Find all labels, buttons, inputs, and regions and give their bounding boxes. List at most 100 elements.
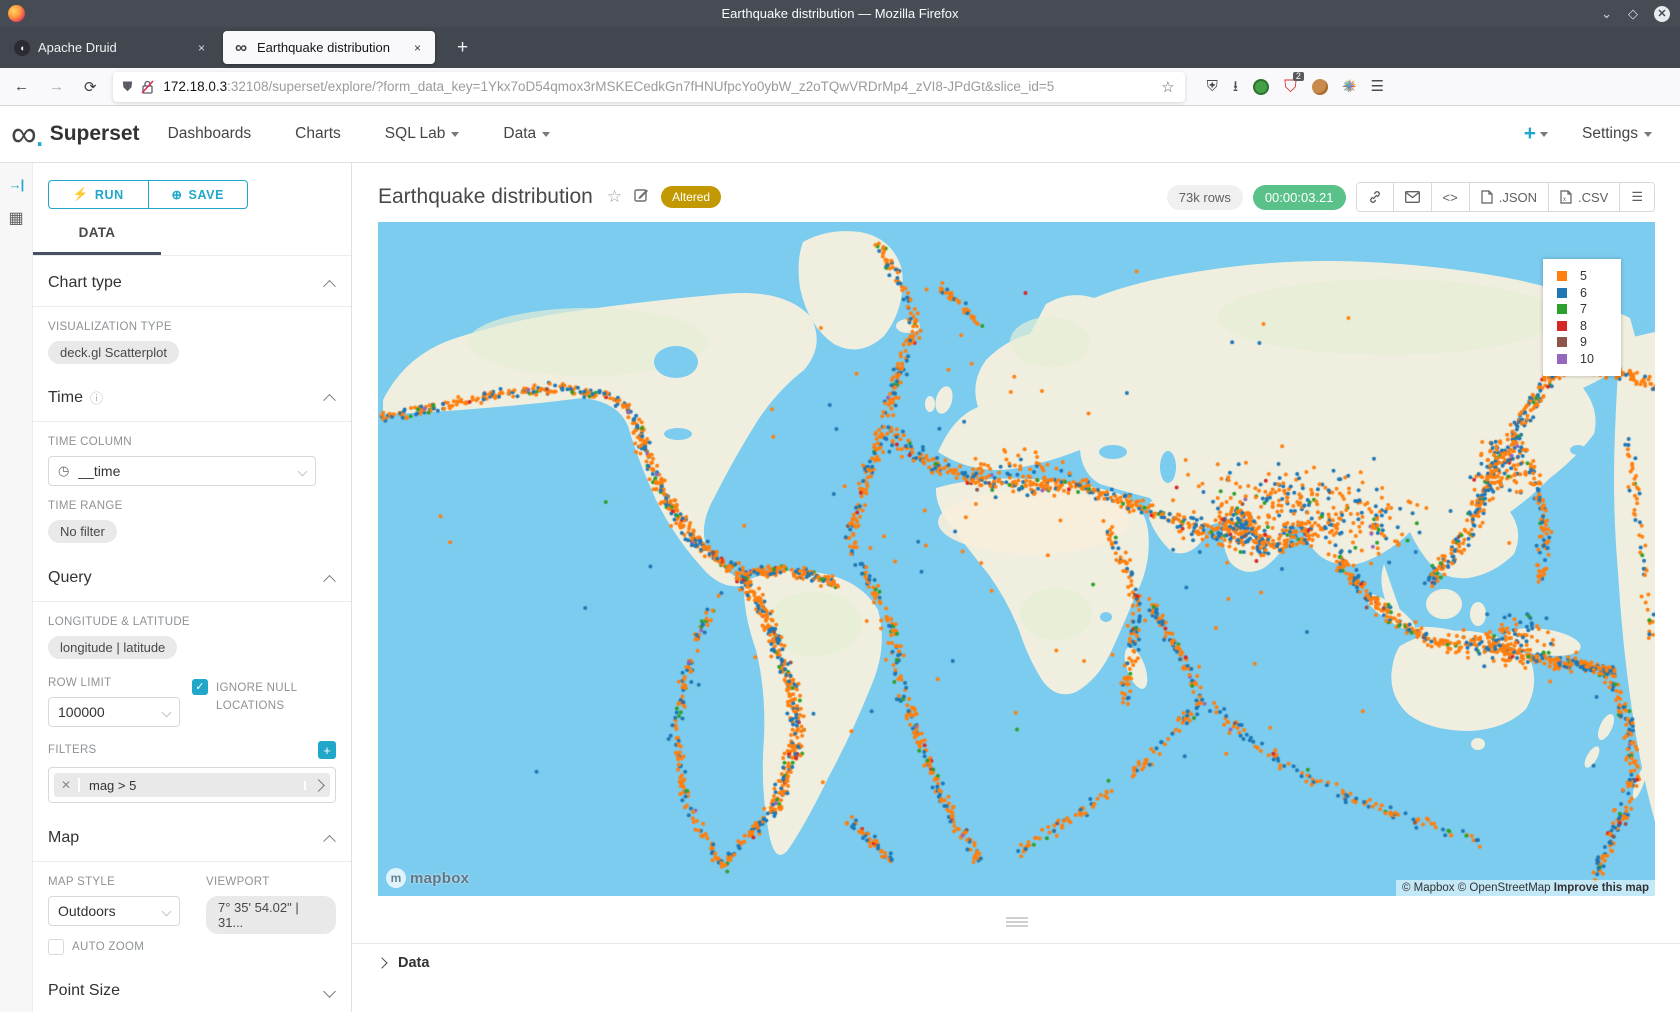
- window-minimize-icon[interactable]: ⌄: [1601, 7, 1612, 20]
- legend-label: 8: [1580, 319, 1587, 333]
- code-icon: <>: [1443, 190, 1458, 205]
- improve-map-link[interactable]: Improve this map: [1554, 882, 1649, 894]
- add-filter-button[interactable]: +: [318, 741, 336, 759]
- chevron-right-icon[interactable]: [304, 781, 330, 790]
- settings-menu[interactable]: Settings: [1582, 125, 1652, 143]
- earthquake-points-layer[interactable]: [378, 222, 1655, 896]
- time-range-value[interactable]: No filter: [48, 520, 117, 543]
- window-maximize-icon[interactable]: ◇: [1628, 7, 1638, 20]
- info-icon: ⓘ: [90, 388, 103, 407]
- tab-data[interactable]: DATA: [33, 225, 161, 255]
- insecure-lock-icon[interactable]: [141, 80, 154, 94]
- reload-button[interactable]: ⟳: [84, 78, 97, 96]
- ignore-null-checkbox[interactable]: ✓: [192, 679, 208, 695]
- back-button[interactable]: ←: [14, 78, 29, 95]
- pocket-shield-icon[interactable]: ⛨: [1207, 79, 1218, 94]
- more-options-button[interactable]: ☰: [1620, 183, 1654, 211]
- section-chart-type[interactable]: Chart type: [48, 256, 336, 306]
- export-csv-button[interactable]: x .CSV: [1549, 183, 1620, 211]
- edit-properties-icon[interactable]: [634, 187, 649, 207]
- chevron-down-icon: [162, 906, 172, 916]
- tab-close-icon[interactable]: ×: [194, 39, 209, 57]
- deckgl-scatter-map[interactable]: 5678 9 10 m mapbox © Mapbox © OpenStreetMa…: [378, 222, 1655, 896]
- menu-hamburger-icon[interactable]: ☰: [1370, 79, 1383, 94]
- chevron-up-icon: [323, 834, 336, 847]
- downloads-icon[interactable]: ⭳: [1233, 79, 1238, 94]
- container-extension-icon[interactable]: ✳: [1343, 79, 1356, 94]
- legend-item[interactable]: 6: [1557, 285, 1621, 302]
- chevron-down-icon: [451, 132, 459, 137]
- auto-zoom-checkbox[interactable]: [48, 939, 64, 955]
- tracking-shield-icon[interactable]: ⛊: [123, 79, 133, 95]
- tab-earthquake-distribution[interactable]: ∞ Earthquake distribution ×: [223, 31, 435, 64]
- panel-resize-handle[interactable]: [378, 908, 1655, 936]
- section-map[interactable]: Map: [48, 803, 336, 861]
- copy-link-button[interactable]: [1357, 183, 1394, 211]
- query-duration-badge: 00:00:03.21: [1253, 185, 1346, 210]
- superset-brand[interactable]: ∞. Superset: [11, 119, 140, 149]
- legend-item[interactable]: 5: [1557, 268, 1621, 285]
- legend-swatch-icon: [1557, 354, 1567, 364]
- tab-apache-druid[interactable]: ◖ Apache Druid ×: [4, 31, 219, 64]
- viewport-value[interactable]: 7° 35' 54.02" | 31...: [206, 896, 336, 934]
- tab-close-icon[interactable]: ×: [410, 39, 425, 57]
- legend-label: 6: [1580, 286, 1587, 300]
- run-button[interactable]: ⚡RUN: [48, 180, 148, 209]
- window-close-icon[interactable]: ✕: [1654, 6, 1670, 22]
- remove-filter-icon[interactable]: ✕: [54, 778, 80, 792]
- nav-sql-lab[interactable]: SQL Lab: [385, 125, 460, 143]
- altered-badge: Altered: [661, 186, 721, 208]
- legend-swatch-icon: [1557, 337, 1567, 347]
- legend-swatch-icon: [1557, 288, 1567, 298]
- time-column-select[interactable]: ◷ __time: [48, 456, 316, 486]
- data-panel-toggle[interactable]: Data: [378, 955, 429, 971]
- nav-charts[interactable]: Charts: [295, 125, 341, 143]
- cookie-extension-icon[interactable]: [1312, 79, 1328, 95]
- viewport-label: VIEWPORT: [206, 876, 336, 888]
- save-button[interactable]: ⊕SAVE: [148, 180, 249, 209]
- add-new-button[interactable]: +: [1524, 122, 1548, 146]
- chart-panel: Earthquake distribution ☆ Altered 73k ro…: [352, 163, 1680, 1012]
- embed-code-button[interactable]: <>: [1432, 183, 1470, 211]
- url-text[interactable]: 172.18.0.3:32108/superset/explore/?form_…: [163, 79, 1153, 94]
- bookmark-star-icon[interactable]: ☆: [1161, 78, 1174, 96]
- chevron-down-icon: [1540, 132, 1548, 137]
- legend-label: 9: [1580, 335, 1587, 349]
- viz-type-value[interactable]: deck.gl Scatterplot: [48, 341, 179, 364]
- filter-chip[interactable]: ✕ mag > 5: [54, 773, 330, 797]
- legend-item[interactable]: 7: [1557, 301, 1621, 318]
- legend-item[interactable]: 8: [1557, 318, 1621, 335]
- expand-datasource-icon[interactable]: →|: [9, 177, 24, 192]
- lonlat-value[interactable]: longitude | latitude: [48, 636, 177, 659]
- section-point-size[interactable]: Point Size: [48, 956, 336, 1012]
- url-field[interactable]: ⛊ 172.18.0.3:32108/superset/explore/?for…: [113, 72, 1185, 102]
- chevron-down-icon: [162, 707, 172, 717]
- legend-item[interactable]: 9: [1557, 334, 1621, 351]
- ublock-badge: 2: [1293, 72, 1304, 81]
- time-column-label: TIME COLUMN: [48, 436, 336, 448]
- favorite-star-icon[interactable]: ☆: [607, 187, 622, 207]
- superset-favicon: ∞: [233, 40, 249, 56]
- legend-swatch-icon: [1557, 304, 1567, 314]
- browser-tabbar: ◖ Apache Druid × ∞ Earthquake distributi…: [0, 27, 1680, 68]
- section-time[interactable]: Timeⓘ: [48, 364, 336, 421]
- forward-button[interactable]: →: [49, 78, 64, 95]
- ublock-icon[interactable]: ⛉2: [1284, 78, 1297, 95]
- section-query[interactable]: Query: [48, 543, 336, 601]
- map-attribution[interactable]: © Mapbox © OpenStreetMap Improve this ma…: [1396, 880, 1655, 896]
- dataset-grid-icon[interactable]: ▦: [8, 208, 23, 228]
- nav-dashboards[interactable]: Dashboards: [168, 125, 252, 143]
- row-limit-select[interactable]: 100000: [48, 697, 180, 727]
- new-tab-button[interactable]: +: [449, 37, 476, 59]
- privacy-extension-icon[interactable]: [1253, 79, 1269, 95]
- mapbox-logo[interactable]: m mapbox: [386, 868, 469, 888]
- magnitude-legend: 5678 9 10: [1543, 259, 1621, 376]
- map-style-select[interactable]: Outdoors: [48, 896, 180, 926]
- legend-item[interactable]: 10: [1557, 351, 1621, 368]
- superset-navbar: ∞. Superset Dashboards Charts SQL Lab Da…: [0, 106, 1680, 163]
- nav-data[interactable]: Data: [503, 125, 550, 143]
- email-button[interactable]: [1394, 183, 1432, 211]
- lightning-icon: ⚡: [73, 187, 89, 202]
- export-json-button[interactable]: .JSON: [1470, 183, 1549, 211]
- chart-title: Earthquake distribution: [378, 185, 593, 209]
